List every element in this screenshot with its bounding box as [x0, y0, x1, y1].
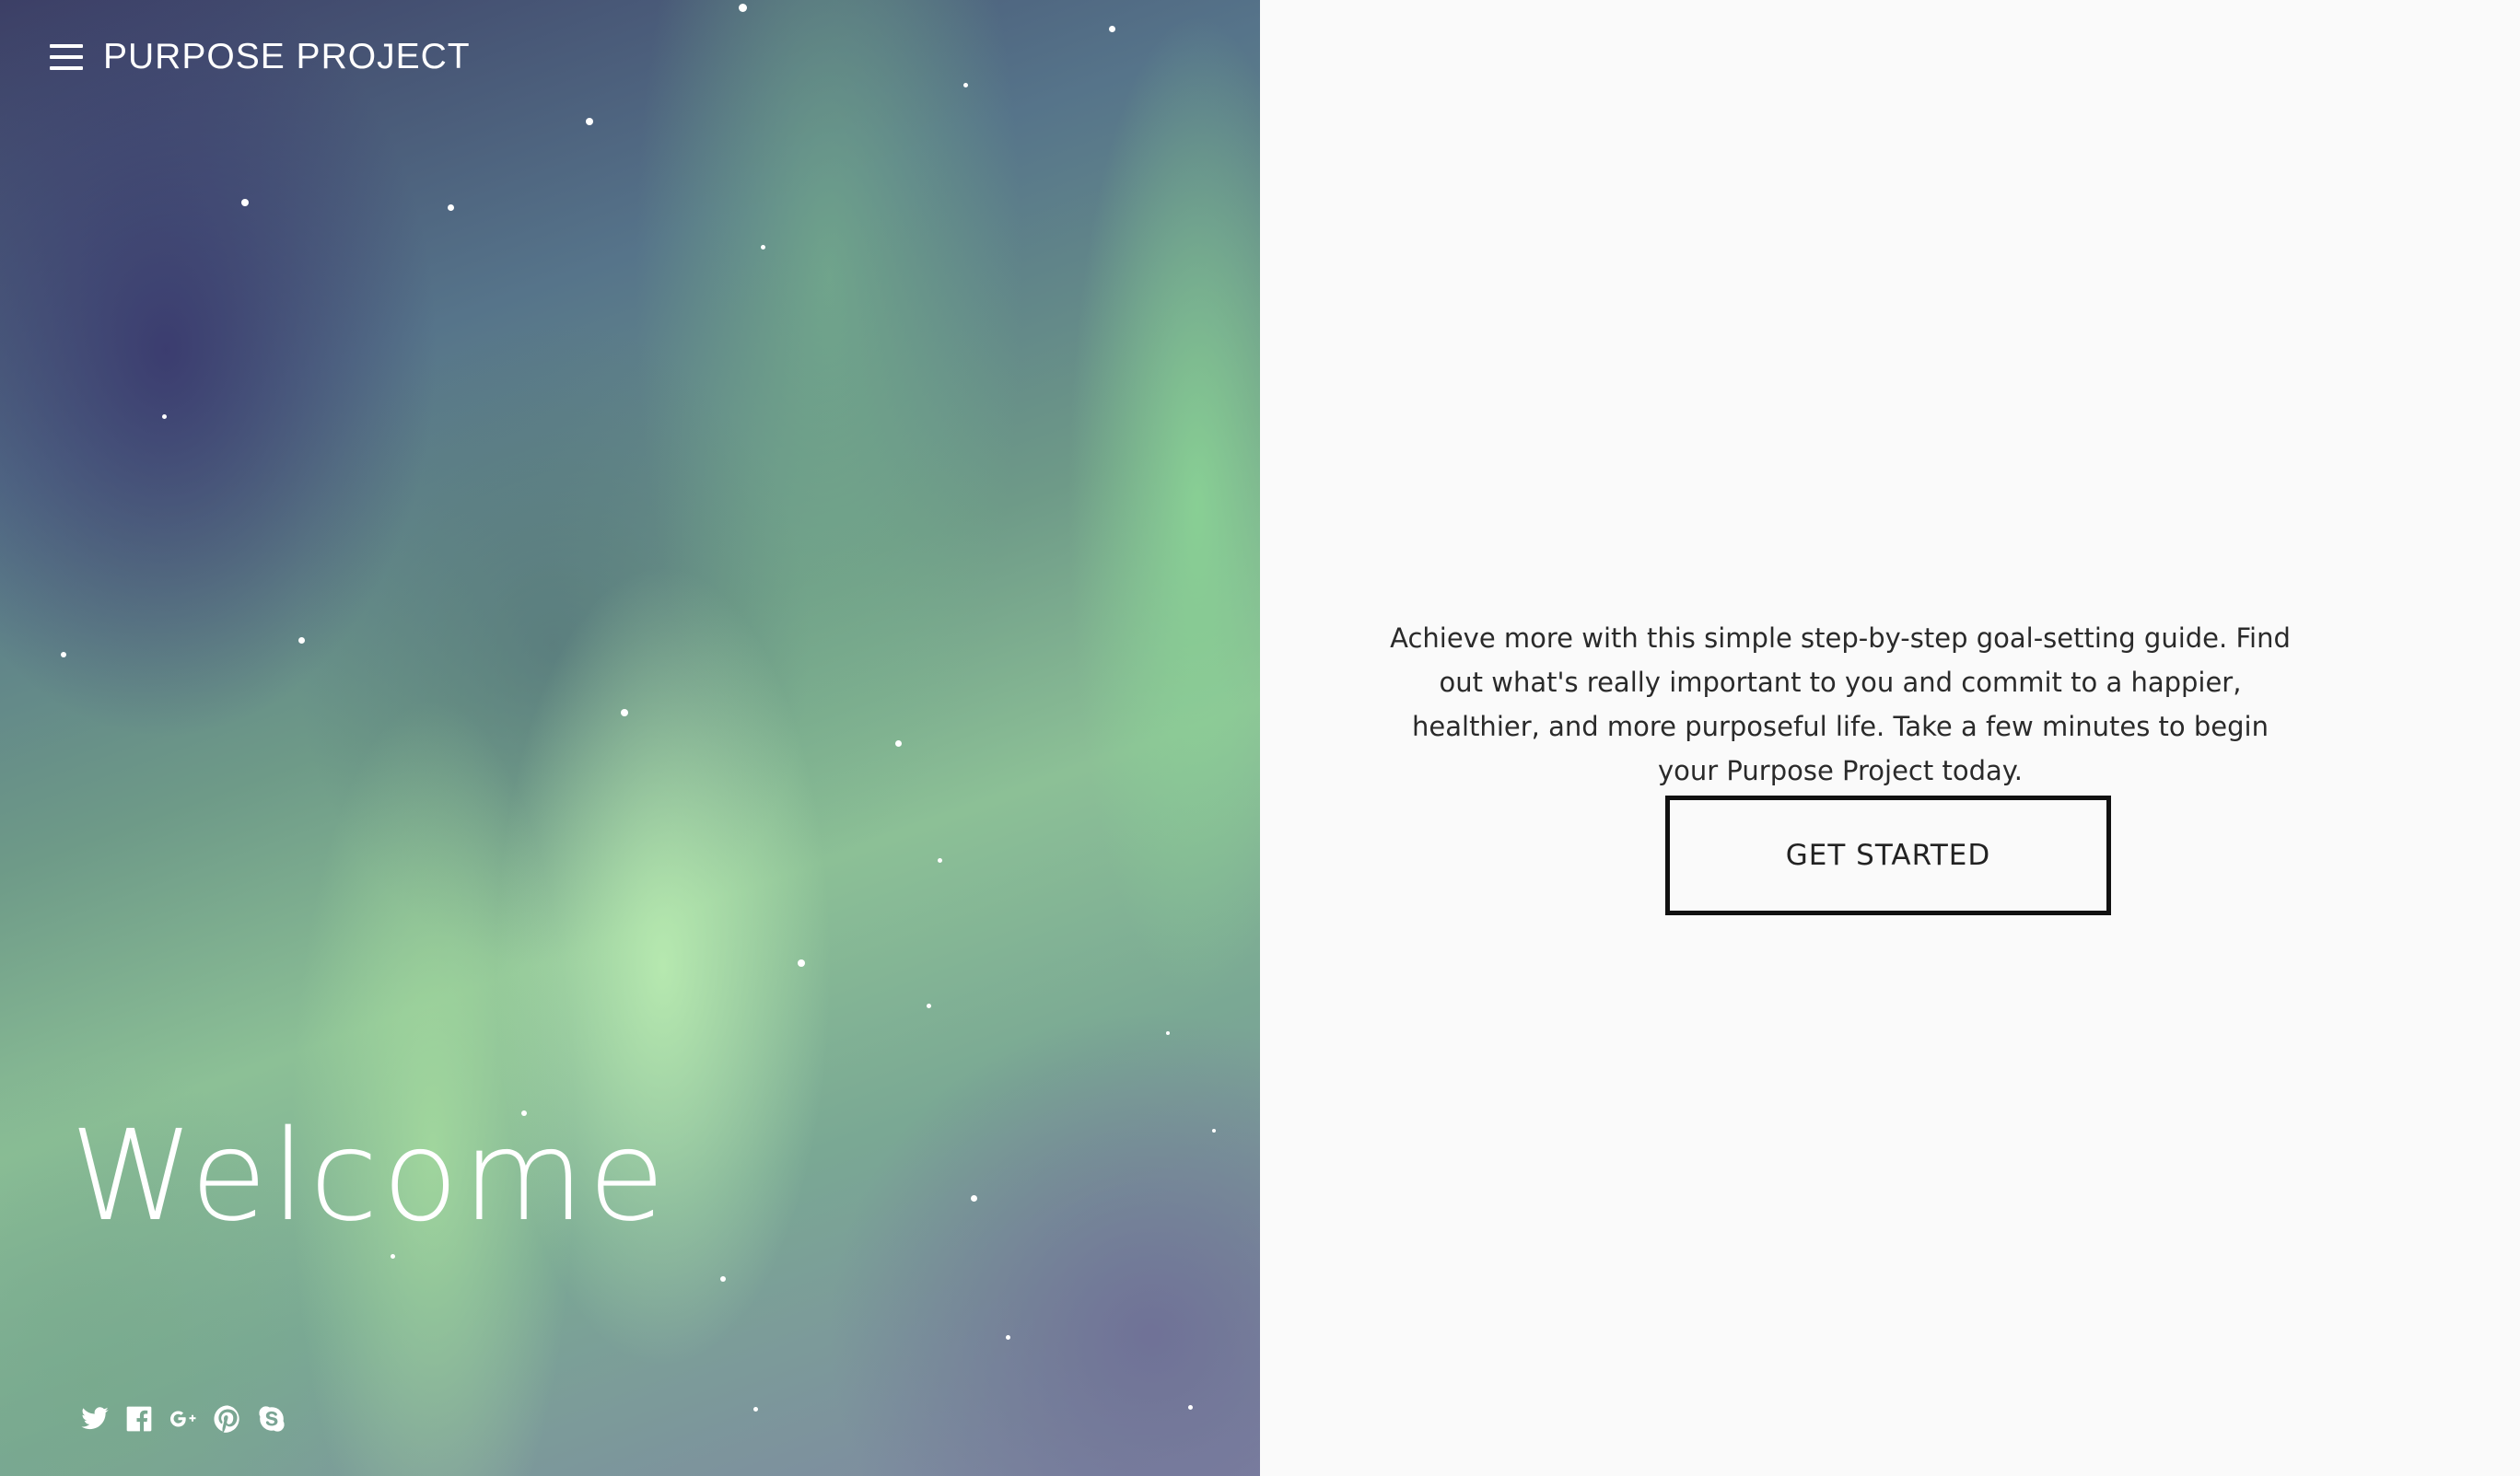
- pinterest-icon[interactable]: [212, 1403, 243, 1435]
- star: [761, 245, 765, 250]
- get-started-button[interactable]: GET STARTED: [1665, 796, 2111, 915]
- star: [298, 637, 305, 644]
- star: [1006, 1335, 1010, 1340]
- menu-line: [50, 66, 83, 70]
- star: [895, 740, 902, 747]
- starfield: [0, 0, 1260, 1476]
- star: [739, 4, 747, 12]
- star: [162, 414, 167, 419]
- star: [938, 858, 942, 863]
- menu-line: [50, 55, 83, 59]
- facebook-icon[interactable]: [123, 1403, 155, 1435]
- star: [720, 1276, 726, 1282]
- star: [1212, 1129, 1216, 1133]
- star: [391, 1254, 395, 1259]
- skype-icon[interactable]: [256, 1403, 287, 1435]
- hamburger-menu-icon[interactable]: [50, 44, 83, 70]
- page: PURPOSE PROJECT Welcome Achieve more wit…: [0, 0, 2520, 1476]
- welcome-heading: Welcome: [70, 1104, 670, 1249]
- star: [621, 709, 628, 716]
- twitter-icon[interactable]: [79, 1403, 111, 1435]
- star: [927, 1004, 931, 1008]
- hero-panel: PURPOSE PROJECT Welcome: [0, 0, 1260, 1476]
- google-plus-icon[interactable]: [168, 1403, 199, 1435]
- star: [241, 199, 249, 206]
- site-title[interactable]: PURPOSE PROJECT: [103, 37, 471, 77]
- star: [798, 959, 805, 967]
- star: [1188, 1405, 1193, 1410]
- star: [61, 652, 66, 657]
- star: [753, 1407, 758, 1412]
- star: [1166, 1031, 1170, 1035]
- star: [586, 118, 593, 125]
- top-bar: PURPOSE PROJECT: [50, 37, 471, 77]
- star: [963, 83, 968, 87]
- content-panel: Achieve more with this simple step-by-st…: [1260, 0, 2520, 1476]
- star: [971, 1195, 977, 1202]
- star: [1109, 26, 1115, 32]
- menu-line: [50, 44, 83, 48]
- intro-text: Achieve more with this simple step-by-st…: [1390, 622, 2291, 786]
- social-links: [79, 1403, 287, 1435]
- star: [448, 204, 454, 211]
